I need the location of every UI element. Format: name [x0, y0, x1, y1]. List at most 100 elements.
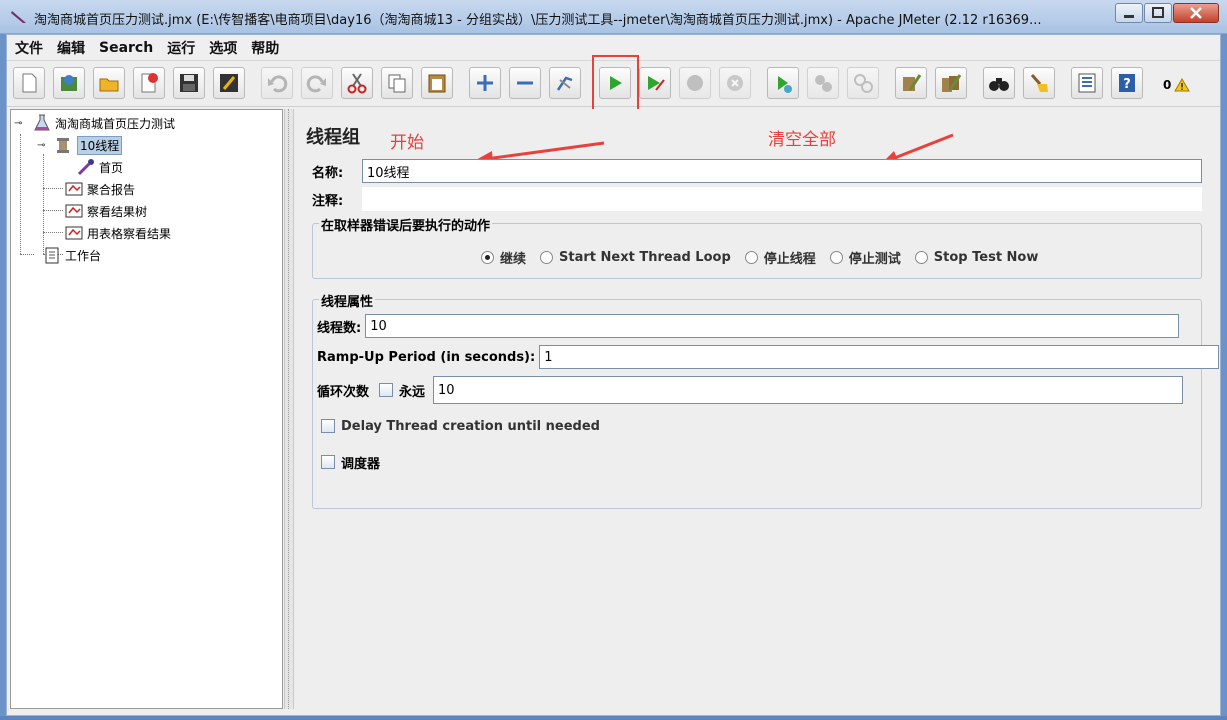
threads-input[interactable] [365, 314, 1180, 338]
close-file-button[interactable] [133, 67, 165, 99]
radio-stop-thread[interactable]: 停止线程 [744, 248, 816, 267]
close-window-button[interactable] [1173, 3, 1219, 23]
window-title: 淘淘商城首页压力测试.jmx (E:\传智播客\电商项目\day16（淘淘商城1… [34, 13, 1042, 28]
menu-search[interactable]: Search [99, 40, 153, 56]
comment-label: 注释: [312, 193, 344, 209]
rampup-row: Ramp-Up Period (in seconds): [317, 343, 1220, 371]
tree-label: 用表格察看结果 [87, 226, 172, 241]
scheduler-label: 调度器 [341, 456, 381, 472]
loop-count-input[interactable] [433, 376, 1184, 404]
menu-run[interactable]: 运行 [167, 38, 195, 58]
minimize-icon [1124, 15, 1134, 18]
tree-item-listener-table[interactable]: 用表格察看结果 [65, 223, 171, 243]
tree-guide [43, 188, 63, 189]
threads-row: 线程数: [317, 312, 1180, 340]
pipette-icon [77, 158, 95, 176]
menu-help[interactable]: 帮助 [251, 38, 279, 58]
tree-guide [43, 210, 63, 211]
save-button[interactable] [173, 67, 205, 99]
undo-icon [268, 75, 288, 93]
save-as-button[interactable] [213, 67, 245, 99]
delay-thread-checkbox[interactable] [321, 419, 335, 433]
tree-label: 工作台 [65, 248, 102, 263]
save-icon [180, 74, 198, 92]
radio-dot [481, 251, 494, 264]
spool-icon [55, 136, 73, 154]
maximize-icon [1152, 7, 1164, 18]
radio-label: 继续 [500, 252, 527, 267]
tree-item-listener-aggregate[interactable]: 聚合报告 [65, 179, 135, 199]
tree-item-workbench[interactable]: 工作台 [43, 245, 101, 265]
scheduler-row: 调度器 [321, 448, 380, 476]
radio-stop-test[interactable]: 停止测试 [829, 248, 901, 267]
forever-label: 永远 [399, 384, 426, 400]
tree-label: 首页 [99, 160, 124, 175]
menu-options[interactable]: 选项 [209, 38, 237, 58]
thread-properties-legend: 线程属性 [319, 291, 376, 310]
loop-row: 循环次数 永远 [317, 376, 1184, 404]
tree-expander[interactable]: ⊸ [37, 140, 45, 151]
thread-group-panel: 线程组 开始 清空全部 名称: 注释: 在取样器错误后要执行的动作 [296, 109, 1220, 709]
templates-icon [61, 75, 77, 91]
minimize-button[interactable] [1115, 3, 1143, 23]
tree-item-listener-result-tree[interactable]: 察看结果树 [65, 201, 147, 221]
tree-label: 10线程 [77, 135, 123, 155]
radio-dot [914, 251, 928, 264]
scheduler-checkbox[interactable] [321, 455, 335, 469]
jmeter-feather-icon [11, 11, 26, 23]
threads-label: 线程数: [317, 320, 362, 336]
taskbar-edge [0, 716, 1227, 720]
new-icon [22, 73, 37, 93]
radio-label: Stop Test Now [933, 250, 1039, 265]
radio-continue[interactable]: 继续 [481, 248, 526, 267]
radio-dot [829, 251, 843, 264]
name-row: 名称: [312, 157, 1208, 185]
radio-start-next-loop[interactable]: Start Next Thread Loop [540, 250, 731, 265]
forever-checkbox[interactable] [379, 383, 394, 397]
radio-dot [744, 251, 758, 264]
open-button[interactable] [93, 67, 125, 99]
delay-row: Delay Thread creation until needed [321, 412, 600, 440]
menu-file[interactable]: 文件 [15, 38, 43, 58]
main-window: 文件 编辑 Search 运行 选项 帮助 ? 0 ⊸ 淘淘商城首页压力测试 ⊸… [6, 34, 1221, 716]
tree-label: 淘淘商城首页压力测试 [55, 116, 176, 131]
listener-icon [65, 180, 83, 198]
tree-label: 察看结果树 [87, 204, 148, 219]
save-as-icon [220, 74, 238, 92]
error-action-legend: 在取样器错误后要执行的动作 [319, 215, 493, 234]
tree-item-test-plan[interactable]: 淘淘商城首页压力测试 [33, 113, 175, 133]
delay-thread-label: Delay Thread creation until needed [341, 418, 600, 434]
radio-label: 停止测试 [848, 252, 901, 267]
comment-input[interactable] [362, 187, 1202, 211]
rampup-input[interactable] [539, 345, 1220, 369]
radio-dot [540, 251, 554, 264]
templates-button[interactable] [53, 67, 85, 99]
tree-expander[interactable]: ⊸ [14, 118, 22, 129]
tree-guide [43, 154, 44, 254]
split-pane-divider[interactable] [284, 109, 294, 709]
radio-stop-test-now[interactable]: Stop Test Now [914, 250, 1039, 265]
tree-item-sampler[interactable]: 首页 [77, 157, 123, 177]
error-action-group: 在取样器错误后要执行的动作 继续 Start Next Thread Loop … [312, 215, 1202, 279]
rampup-label: Ramp-Up Period (in seconds): [317, 349, 536, 365]
tree-guide [20, 134, 21, 254]
tree-guide [43, 232, 63, 233]
new-button[interactable] [13, 67, 45, 99]
thread-properties-group: 线程属性 线程数: Ramp-Up Period (in seconds): 循… [312, 291, 1220, 509]
undo-button[interactable] [261, 67, 293, 99]
tree-guide [20, 254, 34, 255]
menu-edit[interactable]: 编辑 [57, 38, 85, 58]
radio-label: 停止线程 [763, 252, 816, 267]
error-action-options: 继续 Start Next Thread Loop 停止线程 停止测试 Stop… [481, 248, 1052, 267]
tree-item-thread-group[interactable]: 10线程 [55, 135, 123, 155]
name-input[interactable] [362, 159, 1202, 183]
clipboard-icon [43, 246, 61, 264]
test-plan-tree: ⊸ 淘淘商城首页压力测试 ⊸ 10线程 首页 聚合报告 察看结果树 用表格察看结… [10, 109, 283, 709]
radio-label: Start Next Thread Loop [559, 250, 731, 265]
close-icon [1190, 7, 1202, 19]
name-label: 名称: [312, 165, 344, 181]
comment-row: 注释: [312, 185, 1208, 213]
listener-icon [65, 224, 83, 242]
maximize-button[interactable] [1144, 3, 1172, 23]
close-file-icon [141, 73, 158, 93]
